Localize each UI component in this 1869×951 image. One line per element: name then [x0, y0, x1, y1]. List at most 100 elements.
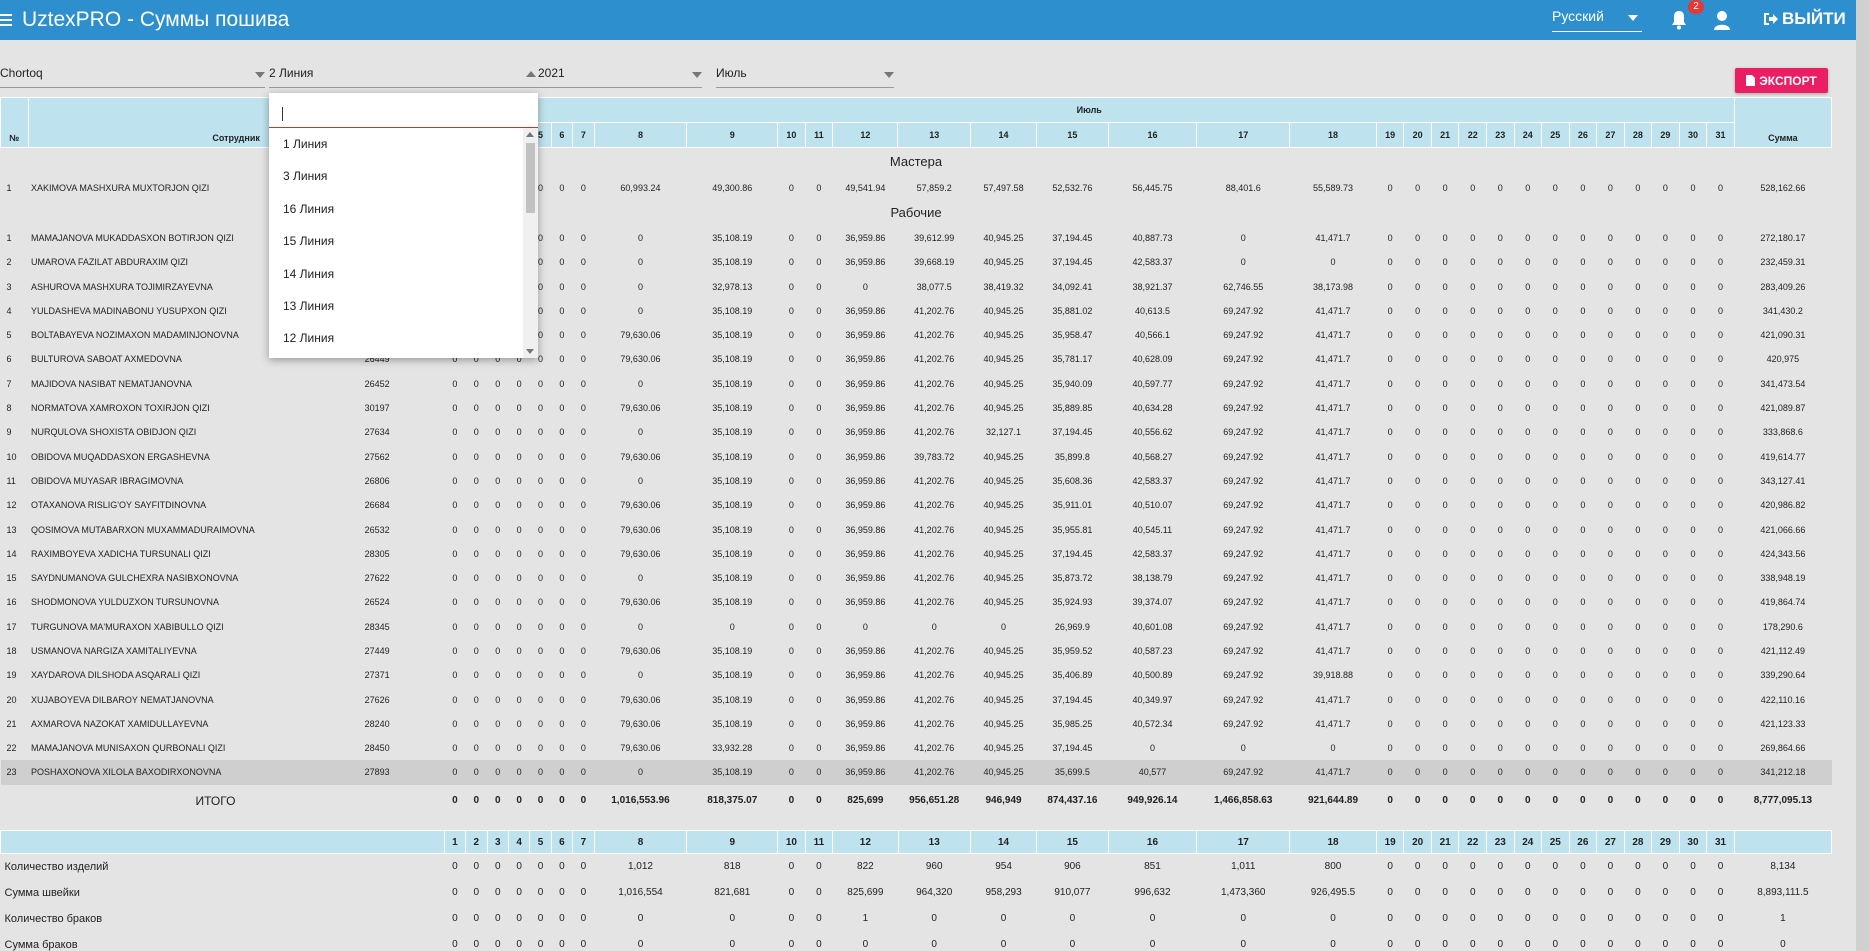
day-header: 31 — [1706, 830, 1735, 854]
total-day-value: 1,016,553.96 — [611, 795, 670, 807]
summary-day-value: 906 — [1064, 861, 1081, 873]
day-value: 36,959.86 — [845, 548, 886, 559]
branch-select[interactable]: Chortoq — [0, 66, 265, 88]
day-value: 0 — [1525, 281, 1531, 292]
day-header: 21 — [1430, 830, 1460, 854]
day-value: 0 — [1525, 548, 1531, 559]
dropdown-option[interactable]: 3 Линия — [269, 160, 524, 192]
day-value: 0 — [516, 475, 522, 486]
day-value: 69,247.92 — [1223, 378, 1264, 389]
summary-day-value: 0 — [1442, 887, 1448, 898]
day-value: 0 — [1415, 548, 1421, 559]
bell-icon[interactable] — [1670, 10, 1688, 30]
month-select[interactable]: Июль — [716, 66, 894, 88]
day-value: 0 — [580, 257, 586, 268]
table-row[interactable]: 22 MAMAJANOVA MUNISAXON QURBONALI QIZI 284… — [1, 736, 1832, 760]
day-header: 6 — [550, 122, 574, 148]
day-value: 79,630.06 — [620, 524, 661, 535]
day-value: 0 — [1470, 378, 1476, 389]
day-value: 41,471.7 — [1289, 760, 1377, 785]
table-row[interactable]: 10 OBIDOVA MUQADDASXON ERGASHEVNA 27562 0 0 0… — [1, 444, 1832, 468]
day-value: 0 — [788, 403, 794, 414]
table-row[interactable]: 20 XUJABOYEVA DILBAROY NEMATJANOVNA 27626 0… — [1, 687, 1832, 711]
employee-tab-number: 26532 — [364, 524, 390, 535]
table-row[interactable]: 13 QOSIMOVA MUTABARXON MUXAMMADURAIMOVNA 2… — [1, 517, 1832, 541]
summary-day-value: 0 — [1525, 939, 1531, 950]
day-value: 0 — [452, 475, 458, 486]
menu-icon[interactable] — [0, 14, 12, 26]
export-button[interactable]: ЭКСПОРТ — [1735, 68, 1828, 93]
day-value: 0 — [1552, 354, 1558, 365]
summary-table: 1 2 3 4 5 6 7 8 9 10 11 12 13 14 15 16 17 18 19 20 21 22 23 24 2… — [0, 830, 1833, 951]
employee-name: NURQULOVA SHOXISTA OBIDJON QIZI — [31, 427, 197, 438]
day-value: 0 — [1525, 354, 1531, 365]
total-day-value: 0 — [1469, 795, 1476, 807]
table-row[interactable]: 17 TURGUNOVA MA'MURAXON XABIBULLO QIZI 283… — [1, 615, 1832, 639]
day-header: 10 — [777, 122, 806, 148]
day-value: 36,959.86 — [845, 475, 886, 486]
dropdown-option[interactable]: 13 Линия — [269, 290, 524, 322]
table-row[interactable]: 7 MAJIDOVA NASIBAT NEMATJANOVNA 26452 0 0 0 0 0… — [1, 372, 1832, 396]
dropdown-option[interactable]: 14 Линия — [269, 258, 524, 290]
day-value: 0 — [1635, 427, 1641, 438]
dropdown-option[interactable]: 16 Линия — [269, 193, 524, 225]
day-value: 0 — [1552, 403, 1558, 414]
table-row[interactable]: 15 SAYDNUMANOVA GULCHEXRA NASIBXONOVNA 276… — [1, 566, 1832, 590]
day-value: 34,092.41 — [1052, 281, 1093, 292]
year-select[interactable]: 2021 — [526, 66, 702, 88]
row-sum: 420,986.82 — [1760, 500, 1806, 511]
page-scrollbar[interactable] — [1856, 0, 1869, 951]
user-icon[interactable] — [1713, 10, 1731, 30]
table-row[interactable]: 9 NURQULOVA SHOXISTA OBIDJON QIZI 27634 0 0 0… — [1, 420, 1832, 444]
day-value: 69,247.92 — [1223, 403, 1264, 414]
dropdown-option[interactable]: 12 Линия — [269, 322, 524, 354]
scroll-down-icon[interactable] — [526, 349, 534, 354]
row-sum: 343,127.41 — [1760, 475, 1806, 486]
day-value: 0 — [1442, 427, 1448, 438]
day-value: 0 — [516, 718, 522, 729]
day-value: 0 — [1497, 451, 1503, 462]
day-value: 0 — [1525, 232, 1531, 243]
table-row[interactable]: 18 USMANOVA NARGIZA XAMITALIYEVNA 27449 0 0 0… — [1, 639, 1832, 663]
day-value: 0 — [1717, 305, 1723, 316]
day-value: 0 — [1607, 330, 1613, 341]
total-day-value: 0 — [1442, 795, 1448, 807]
day-value: 0 — [1580, 403, 1586, 414]
table-row[interactable]: 11 OBIDOVA MUYASAR IBRAGIMOVNA 26806 0 0 0 0 0 0… — [1, 469, 1832, 493]
day-value: 79,630.06 — [620, 718, 661, 729]
total-day-value: 0 — [1552, 795, 1559, 807]
summary-day-value: 0 — [452, 861, 458, 873]
day-value: 0 — [1387, 743, 1393, 754]
summary-day-value: 0 — [1552, 913, 1559, 924]
day-value: 41,202.76 — [914, 597, 955, 608]
day-value: 0 — [1717, 354, 1723, 365]
day-value: 0 — [473, 573, 479, 584]
dropdown-search-input[interactable] — [269, 98, 538, 128]
table-row[interactable]: 21 AXMAROVA NAZOKAT XAMIDULLAYEVNA 28240 0 0… — [1, 712, 1832, 736]
day-value: 0 — [816, 330, 822, 341]
table-row[interactable]: 23 POSHAXONOVA XILOLA BAXODIRXONOVNA 27893… — [0, 760, 1832, 785]
table-row[interactable]: 12 OTAXANOVA RISLIG'OY SAYFITDINOVNA 26684… — [1, 493, 1832, 517]
day-header: 30 — [1678, 122, 1708, 148]
total-sum: 8,777,095.13 — [1753, 795, 1813, 807]
summary-row: Количество изделий 0 0 0 0 0 0 0 1,012 818 0 0 822 96… — [1, 854, 1832, 880]
employee-tab-number: 27626 — [364, 694, 390, 705]
day-value: 0 — [1470, 281, 1476, 292]
scroll-up-icon[interactable] — [526, 132, 534, 137]
day-value: 0 — [1552, 427, 1558, 438]
day-value: 0 — [1387, 524, 1393, 535]
language-select[interactable]: Русский — [1552, 8, 1642, 32]
table-row[interactable]: 8 NORMATOVA XAMROXON TOXIRJON QIZI 30197 0 0… — [1, 396, 1832, 420]
logout-button[interactable]: ВЫЙТИ — [1763, 9, 1846, 29]
dropdown-scroll-thumb[interactable] — [526, 143, 535, 213]
line-select[interactable]: 2 Линия — [269, 66, 534, 88]
table-row[interactable]: 14 RAXIMBOYEVA XADICHA TURSUNALI QIZI 2830… — [1, 542, 1832, 566]
day-value: 69,247.92 — [1223, 621, 1264, 632]
dropdown-option[interactable]: 15 Линия — [269, 225, 524, 257]
dropdown-option[interactable]: 1 Линия — [269, 128, 524, 160]
table-row[interactable]: 16 SHODMONOVA YULDUZXON TURSUNOVNA 26524 0 0… — [1, 590, 1832, 614]
day-value: 40,500.89 — [1132, 670, 1173, 681]
table-row[interactable]: 19 XAYDAROVA DILSHODA ASQARALI QIZI 27371 0… — [1, 663, 1832, 687]
day-value: 40,628.09 — [1132, 354, 1173, 365]
dropdown-scrollbar[interactable] — [523, 128, 538, 358]
